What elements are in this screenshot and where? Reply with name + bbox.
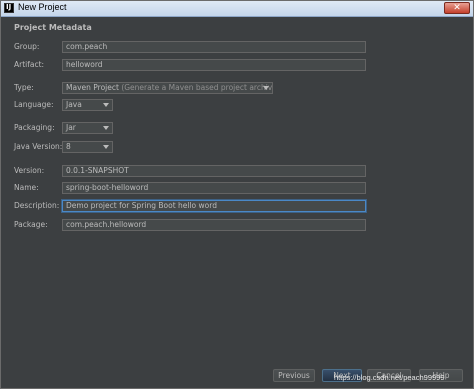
package-label: Package: (14, 220, 48, 229)
section-title: Project Metadata (14, 23, 92, 32)
group-label: Group: (14, 42, 40, 51)
chevron-down-icon (103, 145, 109, 149)
packaging-label: Packaging: (14, 123, 55, 132)
java-version-value: 8 (66, 142, 71, 151)
java-version-label: Java Version: (14, 142, 63, 151)
package-field[interactable]: com.peach.helloword (62, 219, 366, 231)
type-hint: (Generate a Maven based project archive) (121, 83, 273, 92)
name-field[interactable]: spring-boot-helloword (62, 182, 366, 194)
description-label: Description: (14, 201, 60, 210)
chevron-down-icon (103, 103, 109, 107)
language-label: Language: (14, 100, 54, 109)
description-field[interactable]: Demo project for Spring Boot hello word (62, 200, 366, 212)
packaging-dropdown[interactable]: Jar (62, 122, 113, 134)
name-label: Name: (14, 183, 39, 192)
window-title: New Project (18, 2, 67, 12)
version-field[interactable]: 0.0.1-SNAPSHOT (62, 165, 366, 177)
artifact-field[interactable]: helloword (62, 59, 366, 71)
previous-button[interactable]: Previous (273, 369, 315, 382)
watermark-text: https://blog.csdn.net/peach99999 (334, 373, 445, 382)
version-label: Version: (14, 166, 45, 175)
type-dropdown[interactable]: Maven Project (Generate a Maven based pr… (62, 82, 273, 94)
type-value: Maven Project (66, 83, 119, 92)
chevron-down-icon (263, 86, 269, 90)
language-value: Java (66, 100, 82, 109)
packaging-value: Jar (66, 123, 76, 132)
title-bar[interactable]: IJ New Project ✕ (1, 1, 473, 17)
artifact-label: Artifact: (14, 60, 45, 69)
intellij-app-icon: IJ (4, 3, 14, 13)
new-project-dialog: IJ New Project ✕ Project Metadata Group:… (0, 0, 474, 389)
group-field[interactable]: com.peach (62, 41, 366, 53)
close-window-button[interactable]: ✕ (444, 2, 470, 14)
language-dropdown[interactable]: Java (62, 99, 113, 111)
type-label: Type: (14, 83, 34, 92)
chevron-down-icon (103, 126, 109, 130)
java-version-dropdown[interactable]: 8 (62, 141, 113, 153)
